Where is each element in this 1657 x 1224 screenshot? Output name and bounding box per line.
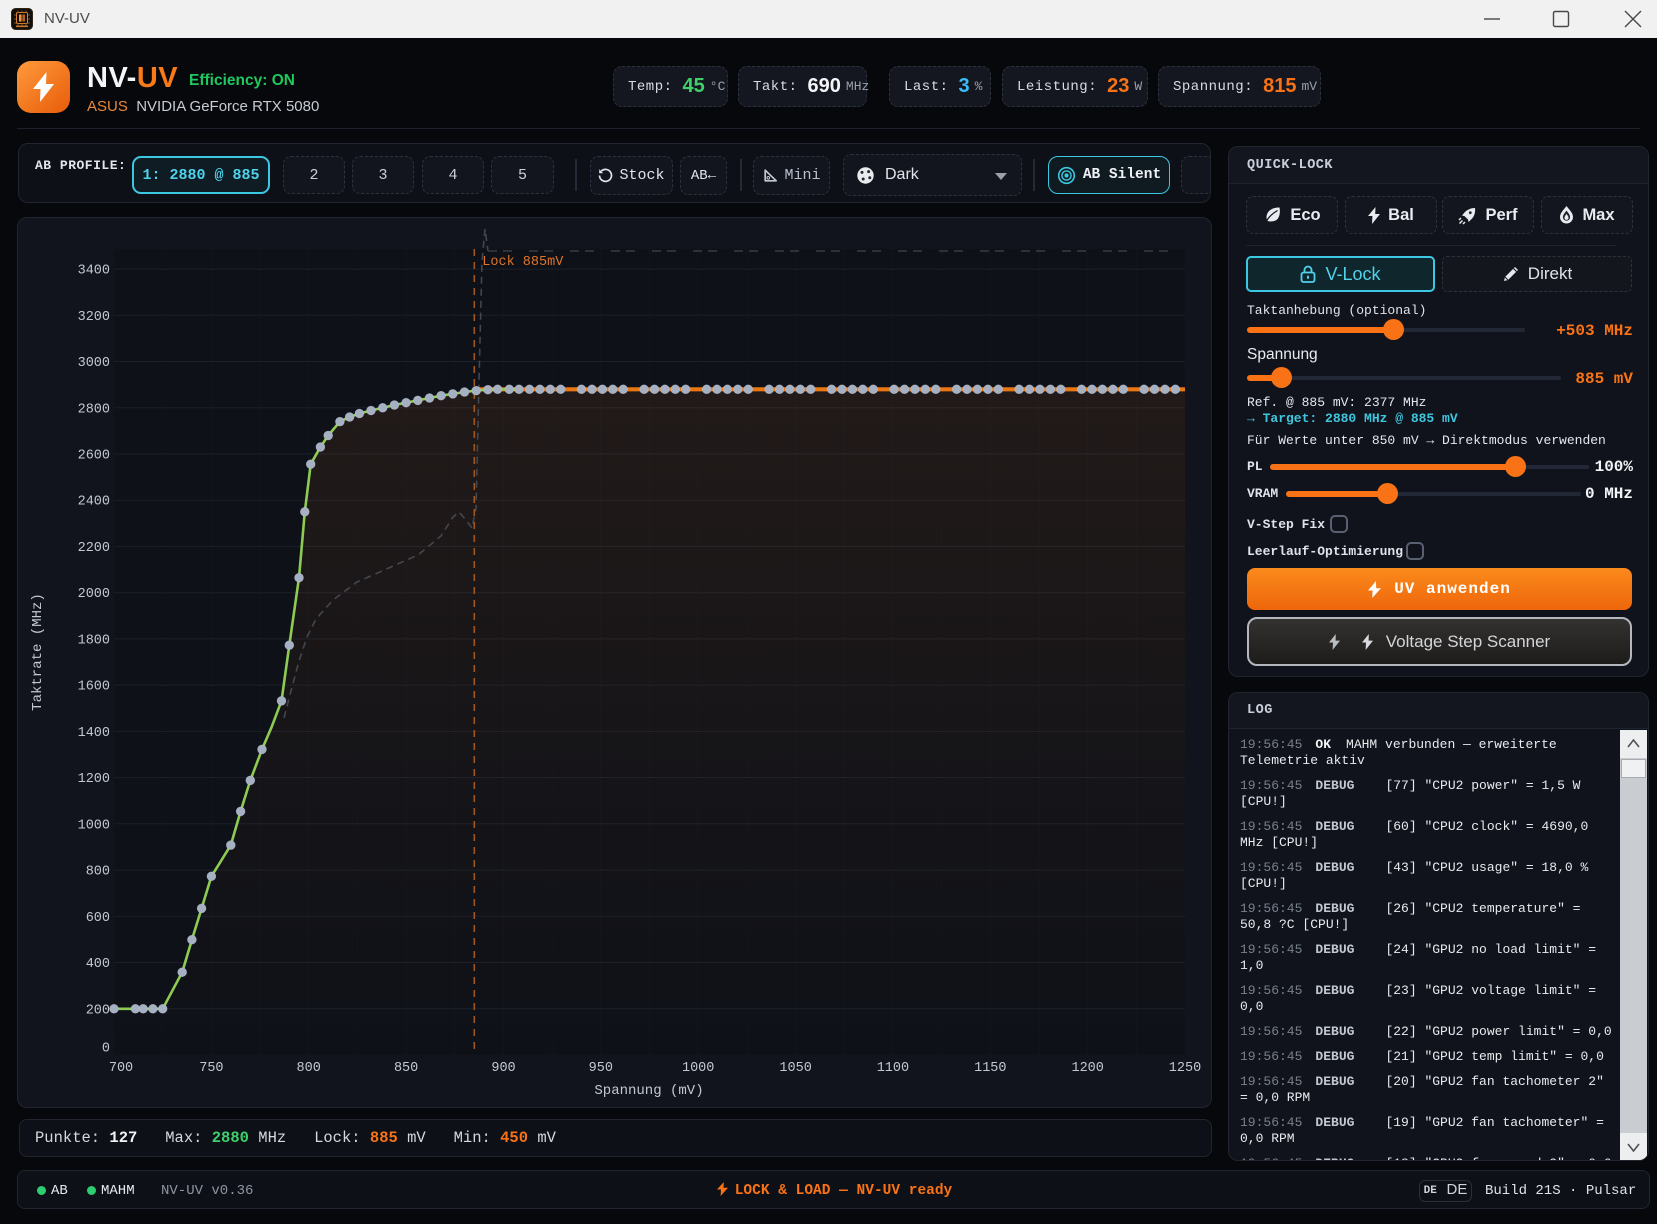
svg-text:1100: 1100 — [877, 1061, 909, 1076]
svg-text:900: 900 — [491, 1061, 515, 1076]
svg-text:600: 600 — [86, 911, 110, 926]
svg-text:1150: 1150 — [974, 1061, 1006, 1076]
svg-text:800: 800 — [86, 865, 110, 880]
svg-text:1200: 1200 — [1071, 1061, 1103, 1076]
svg-text:3200: 3200 — [78, 310, 110, 325]
svg-text:1000: 1000 — [682, 1061, 714, 1076]
svg-text:0: 0 — [102, 1042, 110, 1057]
svg-text:1250: 1250 — [1169, 1061, 1201, 1076]
svg-text:1600: 1600 — [78, 680, 110, 695]
svg-text:1400: 1400 — [78, 726, 110, 741]
svg-text:3400: 3400 — [78, 264, 110, 279]
svg-text:1000: 1000 — [78, 818, 110, 833]
svg-text:Taktrate (MHz): Taktrate (MHz) — [30, 593, 46, 711]
svg-text:2400: 2400 — [78, 495, 110, 510]
svg-text:2600: 2600 — [78, 449, 110, 464]
svg-text:1050: 1050 — [779, 1061, 811, 1076]
svg-text:950: 950 — [589, 1061, 613, 1076]
svg-text:2800: 2800 — [78, 402, 110, 417]
svg-text:700: 700 — [109, 1061, 133, 1076]
svg-text:750: 750 — [199, 1061, 223, 1076]
svg-text:1800: 1800 — [78, 633, 110, 648]
svg-text:Spannung (mV): Spannung (mV) — [594, 1083, 703, 1099]
svg-text:Lock 885mV: Lock 885mV — [482, 255, 564, 270]
svg-text:2000: 2000 — [78, 587, 110, 602]
svg-text:850: 850 — [394, 1061, 418, 1076]
svg-text:2200: 2200 — [78, 541, 110, 556]
svg-text:400: 400 — [86, 957, 110, 972]
svg-text:800: 800 — [297, 1061, 321, 1076]
svg-text:200: 200 — [86, 1003, 110, 1018]
svg-text:3000: 3000 — [78, 356, 110, 371]
svg-text:1200: 1200 — [78, 772, 110, 787]
